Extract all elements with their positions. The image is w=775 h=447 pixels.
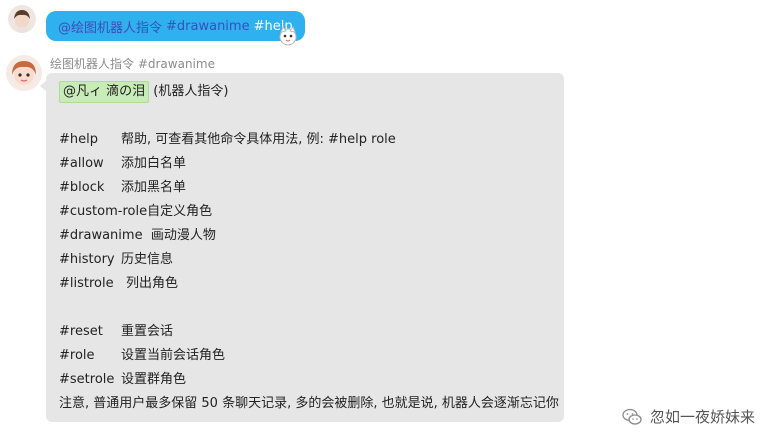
command-description: 设置当前会话角色 — [121, 348, 226, 363]
incoming-message-bubble[interactable]: @凡ィ 滴の泪 (机器人指令) #help 帮助, 可查看其他命令具体用法, 例:… — [46, 73, 564, 422]
command-description: 历史信息 — [121, 252, 174, 267]
command-row: #history 历史信息 — [59, 248, 552, 272]
command-row: #custom-role自定义角色 — [59, 200, 552, 224]
mention-suffix: (机器人指令) — [149, 84, 229, 99]
command-name: #role — [59, 348, 95, 363]
command-name: #drawanime — [59, 228, 143, 243]
mention-line: @凡ィ 滴の泪 (机器人指令) — [59, 80, 552, 104]
command-description: 画动漫人物 — [150, 228, 216, 243]
command-description: 帮助, 可查看其他命令具体用法, 例: #help role — [121, 132, 396, 147]
command-name: #allow — [59, 156, 104, 171]
command-row: #listrole 列出角色 — [59, 272, 552, 296]
watermark: 忽如一夜娇妹来 — [622, 406, 755, 427]
sender-name: 绘图机器人指令 #drawanime — [50, 57, 215, 71]
command-description: 添加白名单 — [121, 156, 187, 171]
outgoing-mention[interactable]: @绘图机器人指令 — [58, 17, 162, 36]
watermark-text: 忽如一夜娇妹来 — [649, 408, 755, 426]
outgoing-command: #drawanime — [166, 18, 250, 34]
command-description: 设置群角色 — [121, 372, 187, 387]
cat-sticker-icon — [276, 24, 300, 48]
command-name: #help — [59, 132, 98, 147]
command-row: #role 设置当前会话角色 — [59, 344, 552, 368]
command-row: #reset 重置会话 — [59, 320, 552, 344]
command-description: 添加黑名单 — [121, 180, 187, 195]
command-row: #help 帮助, 可查看其他命令具体用法, 例: #help role — [59, 128, 552, 152]
wechat-icon — [622, 408, 642, 425]
notice-line: 注意, 普通用户最多保留 50 条聊天记录, 多的会被删除, 也就是说, 机器人… — [59, 396, 559, 411]
command-name: #custom-role — [59, 204, 148, 219]
command-description: 列出角色 — [126, 276, 179, 291]
user-avatar[interactable] — [8, 5, 36, 33]
command-row: #drawanime 画动漫人物 — [59, 224, 552, 248]
command-name: #setrole — [59, 372, 115, 387]
outgoing-message-bubble[interactable]: @绘图机器人指令 #drawanime #help — [46, 11, 305, 41]
command-name: #reset — [59, 324, 103, 339]
command-name: #history — [59, 252, 115, 267]
command-description: 重置会话 — [121, 324, 174, 339]
command-row: #setrole 设置群角色 — [59, 368, 552, 392]
command-name: #listrole — [59, 276, 114, 291]
command-description: 自定义角色 — [147, 204, 213, 219]
bot-avatar[interactable] — [6, 55, 42, 91]
command-name: #block — [59, 180, 105, 195]
command-row: #block 添加黑名单 — [59, 176, 552, 200]
command-row: #allow 添加白名单 — [59, 152, 552, 176]
mention-chip[interactable]: @凡ィ 滴の泪 — [59, 81, 150, 103]
